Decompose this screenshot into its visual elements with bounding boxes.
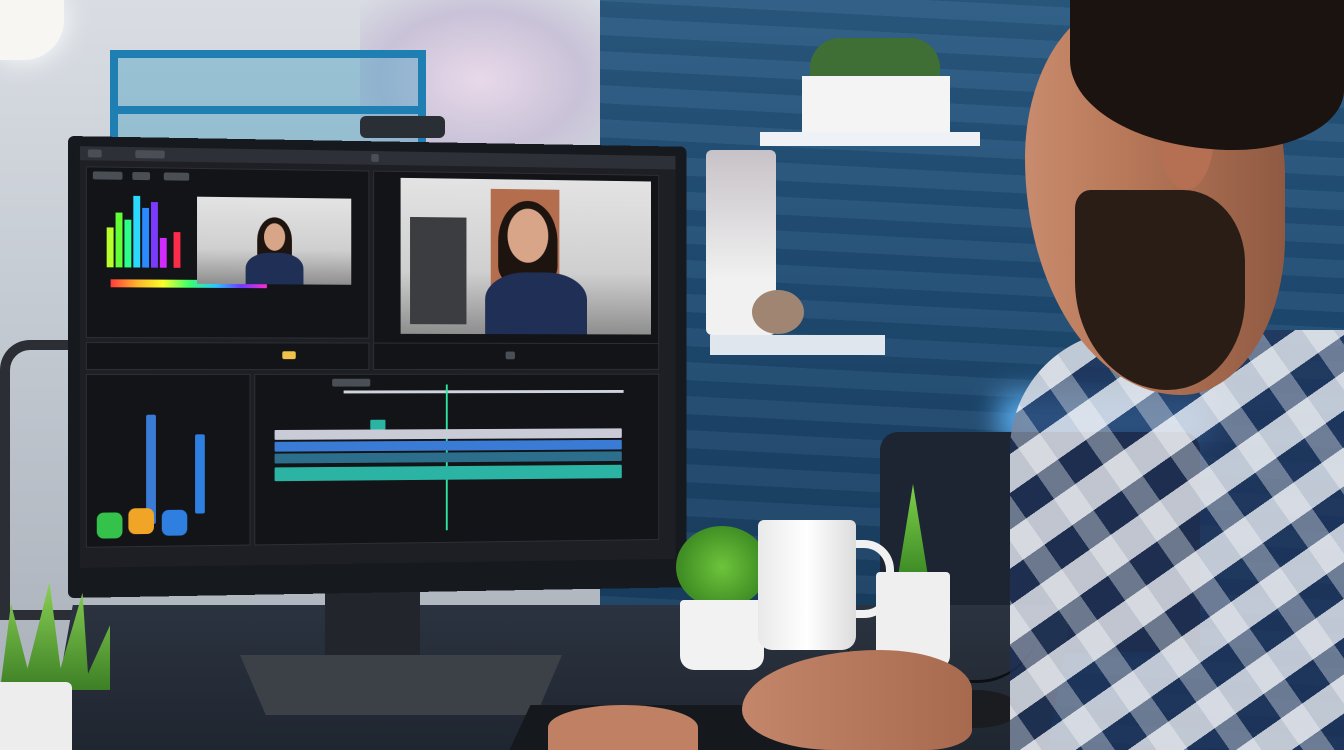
app-logo-icon [87, 149, 102, 158]
histogram-scope [106, 188, 195, 268]
webcam-icon [360, 116, 445, 138]
scope-bar [159, 237, 167, 268]
scope-bar [106, 227, 114, 268]
wall-shelf-upper [760, 132, 980, 146]
program-monitor-panel [373, 170, 660, 347]
scope-bar [124, 219, 132, 268]
scope-bar [133, 195, 141, 268]
record-icon[interactable] [96, 512, 123, 539]
source-transport-bar [85, 342, 370, 370]
panel-tab-source[interactable] [132, 171, 151, 181]
presenter-face [507, 208, 549, 263]
photo-scene [0, 0, 1344, 750]
play-icon[interactable] [505, 351, 515, 360]
lumetri-scopes-panel [85, 166, 370, 339]
clover-plant [676, 526, 768, 608]
white-pot-left [680, 600, 764, 670]
shelf-planter [802, 76, 950, 132]
marker-icon[interactable] [282, 351, 296, 360]
computer-monitor [68, 136, 687, 598]
search-icon[interactable] [371, 153, 379, 162]
white-coffee-mug [758, 520, 856, 650]
audio-track-1-clips[interactable] [274, 451, 622, 464]
foreground-pot [0, 682, 72, 750]
monitor-base [240, 655, 562, 715]
video-editor-screen [79, 146, 676, 568]
workspace-tab[interactable] [135, 150, 165, 159]
scope-bar [173, 232, 181, 268]
video-track-2-clips[interactable] [274, 439, 622, 452]
audio-track-2-clips[interactable] [274, 464, 622, 482]
panel-tab-effects[interactable] [92, 171, 123, 180]
timeline-sequence-tab[interactable] [332, 378, 371, 387]
gear-icon[interactable] [128, 508, 154, 535]
presenter-body [485, 272, 587, 335]
panel-tab-scopes[interactable] [163, 172, 190, 181]
program-transport-bar [373, 342, 660, 370]
timeline-panel [254, 373, 660, 546]
audio-tool-button[interactable] [161, 509, 188, 536]
subject-face [263, 223, 286, 251]
menu-bar [79, 146, 676, 170]
source-video-thumbnail [197, 196, 352, 285]
man-left-hand [548, 705, 698, 750]
scope-bar [151, 202, 158, 268]
video-track-clips[interactable] [274, 428, 622, 440]
subject-body [245, 252, 304, 285]
time-ruler [343, 389, 624, 394]
background-monitor-prop [410, 216, 467, 325]
audio-mixer-panel [85, 373, 251, 548]
scope-bar [142, 207, 150, 268]
wall-shelf-lower [710, 335, 885, 355]
scope-bar [115, 212, 123, 268]
volume-slider[interactable] [195, 434, 205, 514]
program-video-frame [400, 177, 651, 335]
decor-ball [752, 290, 804, 334]
timeline-clip[interactable] [370, 419, 386, 430]
